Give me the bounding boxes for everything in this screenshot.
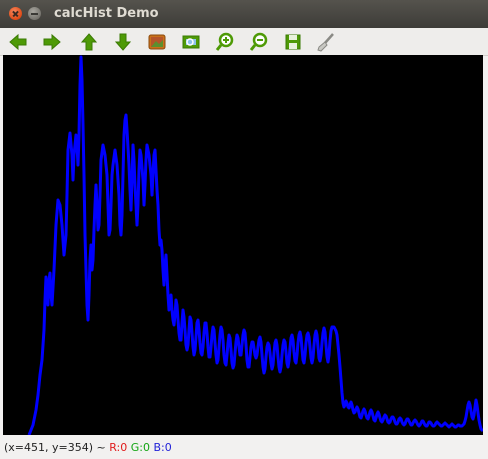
red-value: R:0: [109, 441, 128, 454]
status-separator: ~: [96, 441, 106, 454]
image-icon: [148, 34, 166, 50]
green-value: G:0: [130, 441, 150, 454]
pan-up-button[interactable]: [78, 31, 100, 53]
pan-right-button[interactable]: [41, 31, 63, 53]
zoom-original-button[interactable]: [146, 31, 168, 53]
window-title: calcHist Demo: [54, 6, 159, 21]
status-bar: (x=451, y=354) ~ R:0 G:0 B:0: [0, 437, 488, 459]
brush-icon: [317, 33, 334, 52]
histogram-canvas[interactable]: [3, 55, 483, 435]
histogram-plot: [27, 55, 483, 435]
cursor-coordinates: (x=451, y=354): [4, 441, 94, 454]
close-button[interactable]: [9, 7, 22, 20]
minimize-button[interactable]: [28, 7, 41, 20]
blue-value: B:0: [153, 441, 172, 454]
zoom-in-button[interactable]: [214, 31, 236, 53]
title-bar[interactable]: calcHist Demo: [0, 0, 488, 28]
save-icon: [285, 34, 301, 50]
zoom-in-icon: [215, 32, 234, 51]
pan-down-button[interactable]: [112, 31, 134, 53]
zoom-fit-button[interactable]: [180, 31, 202, 53]
zoom-out-icon: [249, 32, 268, 51]
toolbar: [0, 28, 488, 56]
arrow-down-icon: [114, 33, 132, 51]
pan-left-button[interactable]: [7, 31, 29, 53]
zoom-fit-icon: [182, 35, 200, 49]
zoom-out-button[interactable]: [248, 31, 270, 53]
histogram-line: [27, 55, 483, 435]
save-button[interactable]: [282, 31, 304, 53]
arrow-right-icon: [43, 33, 61, 51]
arrow-up-icon: [80, 33, 98, 51]
app-window: calcHist Demo (x=451, y=354) ~ R:0 G:0 B…: [0, 0, 488, 459]
properties-button[interactable]: [315, 31, 337, 53]
arrow-left-icon: [9, 33, 27, 51]
